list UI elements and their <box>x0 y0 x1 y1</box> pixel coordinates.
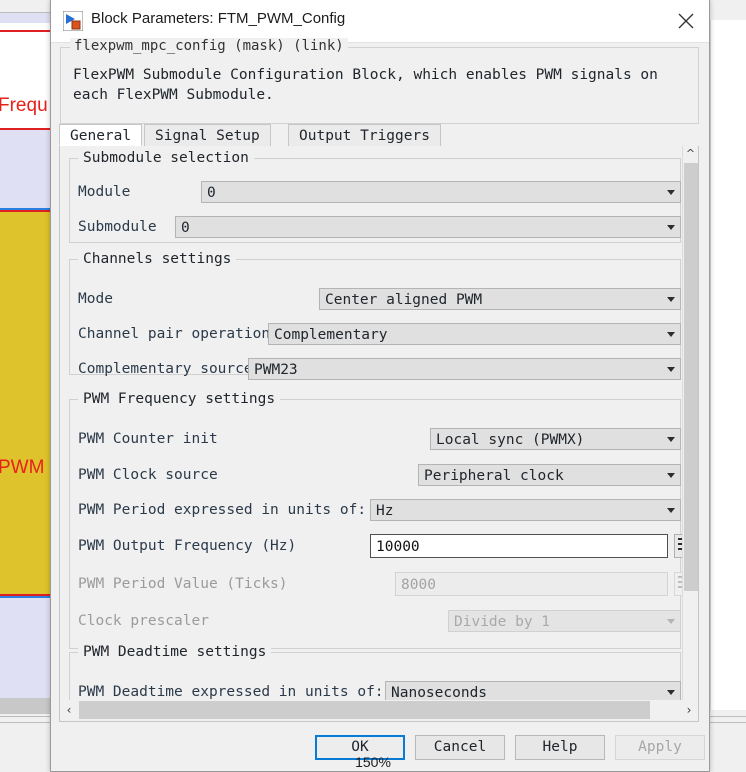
tab-strip: General Signal Setup Output Triggers <box>59 124 699 147</box>
mask-description: FlexPWM Submodule Configuration Block, w… <box>73 67 658 103</box>
horizontal-scrollbar-thumb[interactable] <box>79 701 650 719</box>
tab-signal-setup[interactable]: Signal Setup <box>144 124 271 146</box>
chevron-down-icon <box>667 473 675 478</box>
combo-clock-prescaler-value: Divide by 1 <box>454 614 551 630</box>
scroll-up-icon[interactable]: ^ <box>683 146 698 162</box>
combo-complementary-source[interactable]: PWM23 <box>248 358 681 380</box>
group-title: Channels settings <box>78 251 237 267</box>
canvas-divider <box>710 716 746 717</box>
label-pwm-counter-init: PWM Counter init <box>78 431 218 447</box>
input-pwm-output-frequency[interactable]: 10000 <box>370 534 668 558</box>
canvas-scrollbar[interactable] <box>0 698 50 714</box>
canvas-right-area <box>710 20 746 710</box>
canvas-divider <box>710 722 746 723</box>
combo-submodule-value: 0 <box>181 220 190 236</box>
group-title: Submodule selection <box>78 150 254 166</box>
combo-submodule[interactable]: 0 <box>175 216 681 238</box>
canvas-label-frequency: Frequ <box>0 95 48 116</box>
close-icon[interactable] <box>663 0 709 42</box>
tab-output-triggers[interactable]: Output Triggers <box>288 124 441 146</box>
combo-pwm-counter-init[interactable]: Local sync (PWMX) <box>430 428 681 450</box>
label-pwm-period-units: PWM Period expressed in units of: <box>78 502 367 518</box>
canvas-block-border <box>0 30 50 32</box>
label-pwm-output-frequency: PWM Output Frequency (Hz) <box>78 538 297 554</box>
label-pwm-deadtime-units: PWM Deadtime expressed in units of: <box>78 684 384 700</box>
simulink-block-icon <box>63 11 83 31</box>
canvas-band <box>0 598 50 698</box>
chevron-down-icon <box>667 332 675 337</box>
parameters-panel: Submodule selection Module 0 Submodule 0… <box>59 146 699 716</box>
block-parameters-dialog: Block Parameters: FTM_PWM_Config flexpwm… <box>50 0 710 772</box>
canvas-band <box>0 130 50 211</box>
combo-clock-prescaler: Divide by 1 <box>448 610 681 632</box>
combo-pwm-counter-init-value: Local sync (PWMX) <box>436 432 585 448</box>
label-module: Module <box>78 184 131 200</box>
label-channel-pair-operation: Channel pair operation <box>78 326 271 342</box>
vertical-scrollbar-thumb[interactable] <box>684 163 698 591</box>
label-clock-prescaler: Clock prescaler <box>78 613 209 629</box>
label-submodule: Submodule <box>78 219 157 235</box>
scroll-right-icon[interactable]: › <box>680 700 698 720</box>
chevron-down-icon <box>667 437 675 442</box>
group-title: PWM Deadtime settings <box>78 644 272 660</box>
tab-general[interactable]: General <box>59 124 143 146</box>
mask-type-label: flexpwm_mpc_config (mask) (link) <box>70 38 348 54</box>
input-pwm-period-value-value: 8000 <box>401 577 436 593</box>
combo-mode-value: Center aligned PWM <box>325 292 483 308</box>
canvas-divider <box>0 716 50 717</box>
mask-header: flexpwm_mpc_config (mask) (link) FlexPWM… <box>60 38 699 124</box>
horizontal-scrollbar[interactable]: ‹ › <box>59 700 699 722</box>
combo-pwm-clock-source-value: Peripheral clock <box>424 468 564 484</box>
dialog-titlebar: Block Parameters: FTM_PWM_Config <box>51 0 709 43</box>
dialog-title: Block Parameters: FTM_PWM_Config <box>91 10 346 27</box>
combo-pwm-period-units[interactable]: Hz <box>370 499 681 521</box>
canvas-block-yellow <box>0 212 50 596</box>
combo-complementary-source-value: PWM23 <box>254 362 298 378</box>
label-complementary-source: Complementary source <box>78 361 253 377</box>
input-pwm-output-frequency-value: 10000 <box>376 539 420 555</box>
chevron-down-icon <box>667 619 675 624</box>
canvas-divider <box>0 722 50 723</box>
label-pwm-period-value: PWM Period Value (Ticks) <box>78 576 288 592</box>
combo-channel-pair-operation[interactable]: Complementary <box>268 323 681 345</box>
vertical-scrollbar[interactable]: ^ ∨ <box>682 146 698 715</box>
chevron-down-icon <box>667 225 675 230</box>
label-pwm-clock-source: PWM Clock source <box>78 467 218 483</box>
parameters-content: Submodule selection Module 0 Submodule 0… <box>60 146 687 715</box>
chevron-down-icon <box>667 190 675 195</box>
input-pwm-period-value: 8000 <box>395 572 668 596</box>
chevron-down-icon <box>667 297 675 302</box>
scroll-left-icon[interactable]: ‹ <box>60 700 78 720</box>
combo-module[interactable]: 0 <box>201 181 681 203</box>
label-mode: Mode <box>78 291 113 307</box>
chevron-down-icon <box>667 508 675 513</box>
combo-mode[interactable]: Center aligned PWM <box>319 288 681 310</box>
combo-pwm-period-units-value: Hz <box>376 503 394 519</box>
group-title: PWM Frequency settings <box>78 391 281 407</box>
canvas-label-pwm: PWM <box>0 457 45 478</box>
chevron-down-icon <box>667 367 675 372</box>
canvas-zoom-level: 150% <box>355 754 391 770</box>
combo-pwm-clock-source[interactable]: Peripheral clock <box>418 464 681 486</box>
canvas-band <box>0 13 50 23</box>
chevron-down-icon <box>667 690 675 695</box>
combo-module-value: 0 <box>207 185 216 201</box>
combo-channel-pair-operation-value: Complementary <box>274 327 388 343</box>
